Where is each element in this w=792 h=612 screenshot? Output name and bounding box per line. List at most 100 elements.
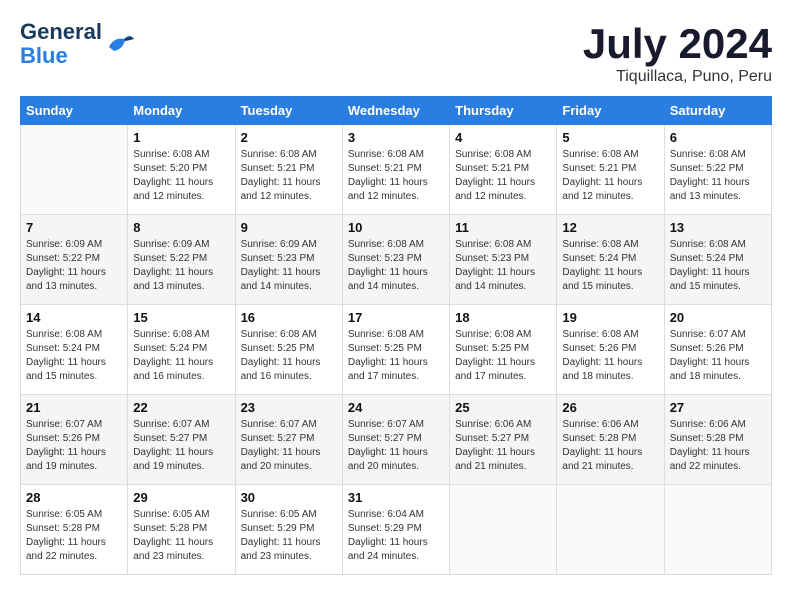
calendar-cell: 1 Sunrise: 6:08 AMSunset: 5:20 PMDaylight… (128, 125, 235, 215)
calendar-cell: 27Sunrise: 6:06 AMSunset: 5:28 PMDayligh… (664, 395, 771, 485)
location: Tiquillaca, Puno, Peru (583, 68, 772, 86)
day-info: Sunrise: 6:08 AMSunset: 5:21 PMDaylight:… (241, 148, 337, 204)
day-info: Sunrise: 6:05 AMSunset: 5:29 PMDaylight:… (241, 508, 337, 564)
day-info: Sunrise: 6:08 AMSunset: 5:26 PMDaylight:… (562, 328, 658, 384)
day-number: 12 (562, 220, 658, 235)
day-info: Sunrise: 6:07 AMSunset: 5:26 PMDaylight:… (26, 418, 122, 474)
calendar-cell: 19 Sunrise: 6:08 AMSunset: 5:26 PMDayligh… (557, 305, 664, 395)
day-number: 22 (133, 400, 229, 415)
day-info: Sunrise: 6:08 AMSunset: 5:24 PMDaylight:… (26, 328, 122, 384)
day-number: 23 (241, 400, 337, 415)
title-block: July 2024 Tiquillaca, Puno, Peru (583, 20, 772, 86)
weekday-header: Wednesday (342, 97, 449, 125)
page-header: GeneralBlue July 2024 Tiquillaca, Puno, … (20, 20, 772, 86)
day-info: Sunrise: 6:04 AMSunset: 5:29 PMDaylight:… (348, 508, 444, 564)
day-info: Sunrise: 6:08 AMSunset: 5:24 PMDaylight:… (670, 238, 766, 294)
calendar-week-row: 14 Sunrise: 6:08 AMSunset: 5:24 PMDayligh… (21, 305, 772, 395)
calendar-cell: 17 Sunrise: 6:08 AMSunset: 5:25 PMDayligh… (342, 305, 449, 395)
day-number: 8 (133, 220, 229, 235)
day-info: Sunrise: 6:08 AMSunset: 5:21 PMDaylight:… (348, 148, 444, 204)
calendar-cell: 2 Sunrise: 6:08 AMSunset: 5:21 PMDaylight… (235, 125, 342, 215)
day-number: 14 (26, 310, 122, 325)
day-number: 25 (455, 400, 551, 415)
day-info: Sunrise: 6:08 AMSunset: 5:21 PMDaylight:… (455, 148, 551, 204)
day-info: Sunrise: 6:05 AMSunset: 5:28 PMDaylight:… (133, 508, 229, 564)
calendar-cell: 4Sunrise: 6:08 AMSunset: 5:21 PMDaylight… (450, 125, 557, 215)
day-number: 19 (562, 310, 658, 325)
day-number: 30 (241, 490, 337, 505)
calendar-cell: 6 Sunrise: 6:08 AMSunset: 5:22 PMDaylight… (664, 125, 771, 215)
calendar-cell: 7 Sunrise: 6:09 AMSunset: 5:22 PMDaylight… (21, 215, 128, 305)
calendar-week-row: 28 Sunrise: 6:05 AMSunset: 5:28 PMDayligh… (21, 485, 772, 575)
day-number: 5 (562, 130, 658, 145)
day-number: 29 (133, 490, 229, 505)
calendar-cell: 14 Sunrise: 6:08 AMSunset: 5:24 PMDayligh… (21, 305, 128, 395)
calendar-cell: 22 Sunrise: 6:07 AMSunset: 5:27 PMDayligh… (128, 395, 235, 485)
day-number: 16 (241, 310, 337, 325)
day-info: Sunrise: 6:08 AMSunset: 5:25 PMDaylight:… (241, 328, 337, 384)
calendar-cell: 16 Sunrise: 6:08 AMSunset: 5:25 PMDayligh… (235, 305, 342, 395)
day-info: Sunrise: 6:08 AMSunset: 5:22 PMDaylight:… (670, 148, 766, 204)
day-info: Sunrise: 6:08 AMSunset: 5:21 PMDaylight:… (562, 148, 658, 204)
calendar-cell: 23 Sunrise: 6:07 AMSunset: 5:27 PMDayligh… (235, 395, 342, 485)
day-number: 15 (133, 310, 229, 325)
day-info: Sunrise: 6:09 AMSunset: 5:23 PMDaylight:… (241, 238, 337, 294)
day-info: Sunrise: 6:08 AMSunset: 5:23 PMDaylight:… (348, 238, 444, 294)
day-info: Sunrise: 6:08 AMSunset: 5:23 PMDaylight:… (455, 238, 551, 294)
calendar-cell: 29 Sunrise: 6:05 AMSunset: 5:28 PMDayligh… (128, 485, 235, 575)
day-number: 31 (348, 490, 444, 505)
day-info: Sunrise: 6:06 AMSunset: 5:28 PMDaylight:… (670, 418, 766, 474)
day-info: Sunrise: 6:07 AMSunset: 5:27 PMDaylight:… (133, 418, 229, 474)
day-info: Sunrise: 6:06 AMSunset: 5:28 PMDaylight:… (562, 418, 658, 474)
day-number: 9 (241, 220, 337, 235)
day-number: 17 (348, 310, 444, 325)
day-number: 11 (455, 220, 551, 235)
calendar-cell: 13 Sunrise: 6:08 AMSunset: 5:24 PMDayligh… (664, 215, 771, 305)
day-number: 26 (562, 400, 658, 415)
calendar-week-row: 1 Sunrise: 6:08 AMSunset: 5:20 PMDaylight… (21, 125, 772, 215)
calendar-cell: 18Sunrise: 6:08 AMSunset: 5:25 PMDayligh… (450, 305, 557, 395)
day-number: 2 (241, 130, 337, 145)
day-number: 6 (670, 130, 766, 145)
day-number: 3 (348, 130, 444, 145)
day-info: Sunrise: 6:09 AMSunset: 5:22 PMDaylight:… (26, 238, 122, 294)
calendar-cell: 20 Sunrise: 6:07 AMSunset: 5:26 PMDayligh… (664, 305, 771, 395)
calendar-cell (450, 485, 557, 575)
weekday-header: Saturday (664, 97, 771, 125)
calendar-cell: 8 Sunrise: 6:09 AMSunset: 5:22 PMDaylight… (128, 215, 235, 305)
day-info: Sunrise: 6:07 AMSunset: 5:27 PMDaylight:… (241, 418, 337, 474)
day-number: 1 (133, 130, 229, 145)
day-info: Sunrise: 6:07 AMSunset: 5:27 PMDaylight:… (348, 418, 444, 474)
calendar-cell (664, 485, 771, 575)
day-info: Sunrise: 6:08 AMSunset: 5:20 PMDaylight:… (133, 148, 229, 204)
calendar-cell: 21Sunrise: 6:07 AMSunset: 5:26 PMDayligh… (21, 395, 128, 485)
calendar-week-row: 7 Sunrise: 6:09 AMSunset: 5:22 PMDaylight… (21, 215, 772, 305)
calendar-cell: 25 Sunrise: 6:06 AMSunset: 5:27 PMDayligh… (450, 395, 557, 485)
calendar-cell: 24Sunrise: 6:07 AMSunset: 5:27 PMDayligh… (342, 395, 449, 485)
logo-text: GeneralBlue (20, 20, 102, 68)
weekday-header: Monday (128, 97, 235, 125)
month-title: July 2024 (583, 20, 772, 68)
weekday-header: Friday (557, 97, 664, 125)
day-number: 28 (26, 490, 122, 505)
calendar-cell: 9 Sunrise: 6:09 AMSunset: 5:23 PMDaylight… (235, 215, 342, 305)
day-info: Sunrise: 6:07 AMSunset: 5:26 PMDaylight:… (670, 328, 766, 384)
calendar-cell (557, 485, 664, 575)
day-number: 10 (348, 220, 444, 235)
day-number: 13 (670, 220, 766, 235)
day-info: Sunrise: 6:08 AMSunset: 5:24 PMDaylight:… (562, 238, 658, 294)
day-number: 20 (670, 310, 766, 325)
day-info: Sunrise: 6:09 AMSunset: 5:22 PMDaylight:… (133, 238, 229, 294)
logo-bird-icon (104, 29, 134, 57)
day-info: Sunrise: 6:08 AMSunset: 5:25 PMDaylight:… (348, 328, 444, 384)
day-info: Sunrise: 6:05 AMSunset: 5:28 PMDaylight:… (26, 508, 122, 564)
day-number: 7 (26, 220, 122, 235)
day-number: 18 (455, 310, 551, 325)
calendar-week-row: 21Sunrise: 6:07 AMSunset: 5:26 PMDayligh… (21, 395, 772, 485)
weekday-header: Tuesday (235, 97, 342, 125)
logo: GeneralBlue (20, 20, 134, 68)
day-info: Sunrise: 6:06 AMSunset: 5:27 PMDaylight:… (455, 418, 551, 474)
calendar-cell: 11 Sunrise: 6:08 AMSunset: 5:23 PMDayligh… (450, 215, 557, 305)
calendar-cell: 31 Sunrise: 6:04 AMSunset: 5:29 PMDayligh… (342, 485, 449, 575)
calendar-cell: 12 Sunrise: 6:08 AMSunset: 5:24 PMDayligh… (557, 215, 664, 305)
